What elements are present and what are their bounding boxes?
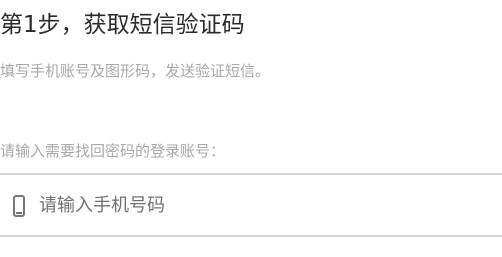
mobile-phone-icon <box>13 194 25 217</box>
divider <box>0 235 502 237</box>
phone-input-row[interactable] <box>0 175 502 236</box>
phone-number-input[interactable] <box>39 195 479 216</box>
step-title: 第1步，获取短信验证码 <box>0 12 245 38</box>
account-prompt-label: 请输入需要找回密码的登录账号： <box>0 142 226 160</box>
step-description: 填写手机账号及图形码，发送验证短信。 <box>0 62 271 80</box>
